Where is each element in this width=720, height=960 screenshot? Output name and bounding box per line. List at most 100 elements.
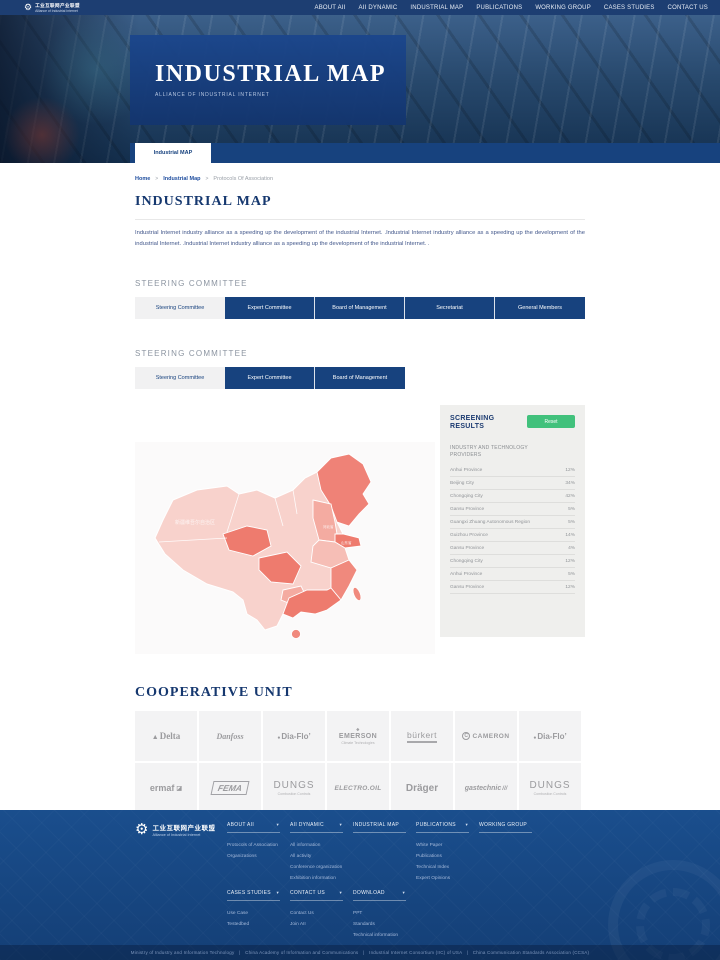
partner-logo-burkert[interactable]: bürkert bbox=[391, 711, 453, 761]
site-logo[interactable]: ⚙ 工业互联网产业联盟 Alliance of Industrial Inter… bbox=[24, 3, 80, 13]
screening-results-panel: SCREENING RESULTS Reset INDUSTRY AND TEC… bbox=[440, 405, 585, 637]
partner-logo-diaflo[interactable]: ●Dia-Flo’ bbox=[263, 711, 325, 761]
footer-link[interactable]: All activity bbox=[290, 851, 353, 862]
row-label: Gansu Province bbox=[450, 585, 484, 590]
hero-title-box: INDUSTRIAL MAP ALLIANCE OF INDUSTRIAL IN… bbox=[130, 35, 406, 125]
nav-publications[interactable]: PUBLICATIONS bbox=[476, 5, 522, 11]
hero-banner: INDUSTRIAL MAP ALLIANCE OF INDUSTRIAL IN… bbox=[0, 15, 720, 163]
screening-row[interactable]: Anhui Province 5% bbox=[450, 568, 575, 581]
partner-logo-delta[interactable]: ▲Delta bbox=[135, 711, 197, 761]
screening-row[interactable]: Guangxi Zhuang Autonomous Region 5% bbox=[450, 516, 575, 529]
partner-logo-dungs[interactable]: DUNGSCombustion Controls bbox=[263, 763, 325, 813]
nav-about-aii[interactable]: ABOUT AII bbox=[315, 5, 346, 11]
footer-link[interactable]: Technical information bbox=[353, 930, 416, 941]
row-value: 4% bbox=[568, 546, 575, 551]
map-label-shandong: 山东省 bbox=[341, 540, 352, 545]
footer-head-about-aii[interactable]: ABOUT AII ▾ bbox=[227, 822, 280, 833]
screening-row[interactable]: Guizhou Province 14% bbox=[450, 529, 575, 542]
footer-head-publications[interactable]: PUBLICATIONS ▾ bbox=[416, 822, 469, 833]
footer-head-aii-dynamic[interactable]: AII DYNAMIC ▾ bbox=[290, 822, 343, 833]
footer-head-download[interactable]: DOWNLOAD ▾ bbox=[353, 890, 406, 901]
main-content: Home > Industrial Map > Protocols Of Ass… bbox=[135, 163, 585, 813]
tab-board-of-management-b[interactable]: Board of Management bbox=[315, 367, 405, 389]
partner-logo-cameron[interactable]: CCAMERON bbox=[455, 711, 517, 761]
nav-industrial-map[interactable]: INDUSTRIAL MAP bbox=[410, 5, 463, 11]
partner-logo-electrooil[interactable]: ELECTRO.OIL bbox=[327, 763, 389, 813]
footer-link[interactable]: Technical Index bbox=[416, 862, 479, 873]
page-title: INDUSTRIAL MAP bbox=[135, 194, 585, 210]
screening-row[interactable]: Gansu Province 5% bbox=[450, 503, 575, 516]
footer-link[interactable]: Publications bbox=[416, 851, 479, 862]
section-heading-committee-a: STEERING COMMITTEE bbox=[135, 279, 585, 288]
screening-row[interactable]: Anhui Province 12% bbox=[450, 464, 575, 477]
triangle-icon: ▲ bbox=[152, 733, 159, 741]
footer-link[interactable]: Testedbed bbox=[227, 919, 290, 930]
partner-logo-diaflo-2[interactable]: ●Dia-Flo’ bbox=[519, 711, 581, 761]
footer: ⚙ 工业互联网产业联盟 Alliance of Industrial Inter… bbox=[0, 810, 720, 960]
tab-secretariat[interactable]: Secretariat bbox=[405, 297, 495, 319]
tab-board-of-management[interactable]: Board of Management bbox=[315, 297, 405, 319]
footer-head-working-group[interactable]: WORKING GROUP bbox=[479, 822, 532, 833]
footer-head-contact-us[interactable]: CONTACT US ▾ bbox=[290, 890, 343, 901]
footer-head-cases-studies[interactable]: CASES STUDIES ▾ bbox=[227, 890, 280, 901]
nav-working-group[interactable]: WORKING GROUP bbox=[535, 5, 591, 11]
tab-steering-committee[interactable]: Steering Committee bbox=[135, 297, 225, 319]
partner-logo-gastechnic[interactable]: gastechnic/// bbox=[455, 763, 517, 813]
row-value: 5% bbox=[568, 520, 575, 525]
map-label-hebei: 河北省 bbox=[323, 524, 334, 529]
hero-subtitle: ALLIANCE OF INDUSTRIAL INTERNET bbox=[155, 92, 406, 98]
committee-tabs-a: Steering Committee Expert Committee Boar… bbox=[135, 297, 585, 319]
footer-col-publications: PUBLICATIONS ▾ White Paper Publications … bbox=[416, 822, 479, 884]
row-label: Anhui Province bbox=[450, 468, 482, 473]
footer-link[interactable]: Expert Opinions bbox=[416, 873, 479, 884]
screening-results-title: SCREENING RESULTS bbox=[450, 415, 494, 431]
map-section: 新疆维吾尔自治区 河北省 山东省 SCREENING RESULTS Reset… bbox=[135, 405, 585, 655]
footer-link[interactable]: Use Case bbox=[227, 908, 290, 919]
footer-brand-zh: 工业互联网产业联盟 bbox=[152, 822, 215, 832]
partner-logo-ermaf[interactable]: ermaf◪ bbox=[135, 763, 197, 813]
screening-row[interactable]: Chongqing City 42% bbox=[450, 490, 575, 503]
tab-steering-committee-b[interactable]: Steering Committee bbox=[135, 367, 225, 389]
partner-logo-fema[interactable]: FEMA bbox=[199, 763, 261, 813]
footer-link[interactable]: Exhibition information bbox=[290, 873, 353, 884]
tab-expert-committee[interactable]: Expert Committee bbox=[225, 297, 315, 319]
tab-industrial-map[interactable]: Industrial MAP bbox=[135, 143, 211, 163]
row-label: Beijing City bbox=[450, 481, 474, 486]
footer-link[interactable]: All information bbox=[290, 840, 353, 851]
footer-link[interactable]: White Paper bbox=[416, 840, 479, 851]
footer-head-industrial-map[interactable]: INDUSTRIAL MAP bbox=[353, 822, 406, 833]
partner-logo-emerson[interactable]: ❖EMERSONClimate Technologies bbox=[327, 711, 389, 761]
reset-button[interactable]: Reset bbox=[527, 415, 575, 428]
screening-row[interactable]: Gansu Province 4% bbox=[450, 542, 575, 555]
nav-contact-us[interactable]: CONTACT US bbox=[668, 5, 708, 11]
partner-logo-dungs-2[interactable]: DUNGSCombustion Controls bbox=[519, 763, 581, 813]
chevron-down-icon: ▾ bbox=[276, 890, 279, 896]
nav-aii-dynamic[interactable]: AII DYNAMIC bbox=[359, 5, 398, 11]
footer-link[interactable]: Organizations bbox=[227, 851, 290, 862]
footer-col-about-aii: ABOUT AII ▾ Protocols of Association Org… bbox=[227, 822, 290, 884]
nav-cases-studies[interactable]: CASES STUDIES bbox=[604, 5, 655, 11]
row-value: 5% bbox=[568, 507, 575, 512]
footer-logo[interactable]: ⚙ 工业互联网产业联盟 Alliance of Industrial Inter… bbox=[135, 822, 227, 884]
gear-icon: ⚙ bbox=[24, 3, 32, 12]
screening-row[interactable]: Gansu Province 12% bbox=[450, 581, 575, 594]
footer-link[interactable]: Contact Us bbox=[290, 908, 353, 919]
footer-link[interactable]: Standards bbox=[353, 919, 416, 930]
partner-logo-drager[interactable]: Dräger bbox=[391, 763, 453, 813]
footer-link[interactable]: Protocols of Association bbox=[227, 840, 290, 851]
breadcrumb-current: Protocols Of Association bbox=[213, 176, 273, 182]
china-map[interactable]: 新疆维吾尔自治区 河北省 山东省 bbox=[135, 442, 435, 654]
breadcrumb-industrial-map[interactable]: Industrial Map bbox=[163, 176, 200, 182]
tab-general-members[interactable]: General Members bbox=[495, 297, 585, 319]
tab-expert-committee-b[interactable]: Expert Committee bbox=[225, 367, 315, 389]
footer-link[interactable]: Conference organization bbox=[290, 862, 353, 873]
chevron-right-icon: > bbox=[205, 176, 208, 182]
cameron-c-icon: C bbox=[462, 732, 470, 740]
section-heading-committee-b: STEERING COMMITTEE bbox=[135, 349, 585, 358]
screening-row[interactable]: Beijing City 34% bbox=[450, 477, 575, 490]
screening-row[interactable]: Chongqing City 12% bbox=[450, 555, 575, 568]
footer-link[interactable]: Join AII bbox=[290, 919, 353, 930]
partner-logo-danfoss[interactable]: Danfoss bbox=[199, 711, 261, 761]
breadcrumb-home[interactable]: Home bbox=[135, 176, 150, 182]
footer-link[interactable]: PPT bbox=[353, 908, 416, 919]
